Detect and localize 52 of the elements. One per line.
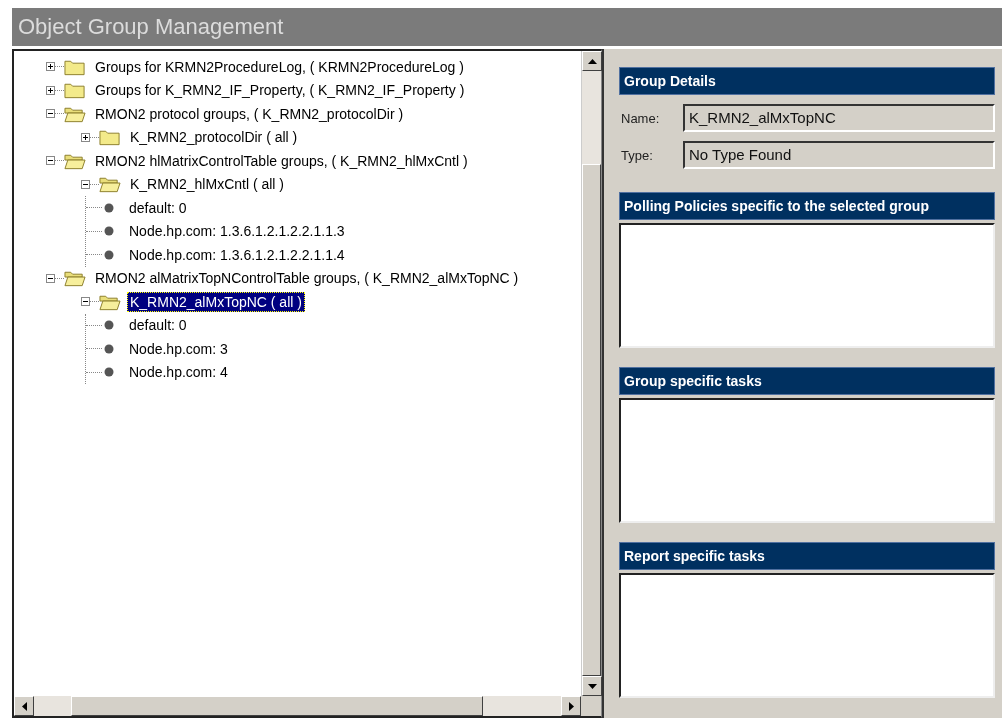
scroll-left-button[interactable] (14, 696, 34, 716)
tree-item[interactable]: Groups for K_RMN2_IF_Property, ( K_RMN2_IF_Property ) (92, 80, 468, 101)
up-arrow-icon (587, 58, 597, 64)
scroll-up-button[interactable] (582, 51, 602, 71)
collapse-icon[interactable] (81, 297, 90, 307)
vertical-scrollbar[interactable] (581, 51, 601, 696)
collapse-icon[interactable] (46, 156, 55, 166)
expand-icon[interactable] (46, 62, 55, 72)
collapse-icon[interactable] (46, 273, 55, 283)
collapse-icon[interactable] (81, 179, 90, 189)
tree-item[interactable]: default: 0 (126, 315, 190, 336)
tree-item[interactable]: Node.hp.com: 4 (126, 362, 231, 383)
horizontal-scrollbar[interactable] (14, 696, 581, 716)
tree-item[interactable]: Node.hp.com: 1.3.6.1.2.1.2.2.1.1.4 (126, 244, 348, 265)
window-title: Object Group Management (12, 8, 1002, 49)
scroll-thumb[interactable] (582, 164, 601, 676)
section-header: Report specific tasks (619, 542, 995, 570)
expand-icon[interactable] (81, 132, 90, 142)
dot-icon (104, 249, 114, 260)
scroll-right-button[interactable] (561, 696, 581, 716)
tree-item[interactable]: K_RMN2_protocolDir ( all ) (127, 127, 301, 148)
field-label: Name: (620, 110, 661, 126)
tree-item[interactable]: K_RMN2_alMxTopNC ( all ) (127, 291, 305, 312)
tree-item[interactable]: Node.hp.com: 3 (126, 338, 231, 359)
left-arrow-icon (21, 701, 27, 711)
list-box[interactable] (619, 223, 995, 348)
section-header: Polling Policies specific to the selected group (619, 192, 995, 220)
list-box[interactable] (619, 398, 995, 523)
section-header: Group specific tasks (619, 367, 995, 395)
tree-item[interactable]: K_RMN2_hlMxCntl ( all ) (127, 174, 288, 195)
expand-icon[interactable] (46, 85, 55, 95)
tree-item[interactable]: RMON2 protocol groups, ( K_RMN2_protocolDir ) (92, 103, 407, 124)
scroll-thumb[interactable] (71, 696, 483, 716)
section-header: Group Details (619, 67, 995, 95)
tree-item[interactable]: RMON2 hlMatrixControlTable groups, ( K_RMN2_hlMxCntl ) (92, 150, 471, 171)
dot-icon (104, 367, 114, 378)
dot-icon (104, 202, 114, 213)
tree-item[interactable]: Node.hp.com: 1.3.6.1.2.1.2.2.1.1.3 (126, 221, 348, 242)
dot-icon (104, 343, 114, 354)
tree-item[interactable]: RMON2 alMatrixTopNControlTable groups, ( K_RMN2_alMxTopNC ) (92, 268, 522, 289)
input-field[interactable]: No Type Found (683, 141, 995, 169)
dot-icon (104, 320, 114, 331)
down-arrow-icon (587, 683, 597, 689)
scroll-down-button[interactable] (582, 676, 602, 696)
tree-item[interactable]: default: 0 (126, 197, 190, 218)
input-field[interactable]: K_RMN2_alMxTopNC (683, 104, 995, 132)
collapse-icon[interactable] (46, 109, 55, 119)
tree-item[interactable]: Groups for KRMN2ProcedureLog, ( KRMN2ProcedureLog ) (92, 56, 467, 77)
dot-icon (104, 226, 114, 237)
field-label: Type: (620, 147, 654, 163)
right-arrow-icon (568, 701, 574, 711)
list-box[interactable] (619, 573, 995, 698)
